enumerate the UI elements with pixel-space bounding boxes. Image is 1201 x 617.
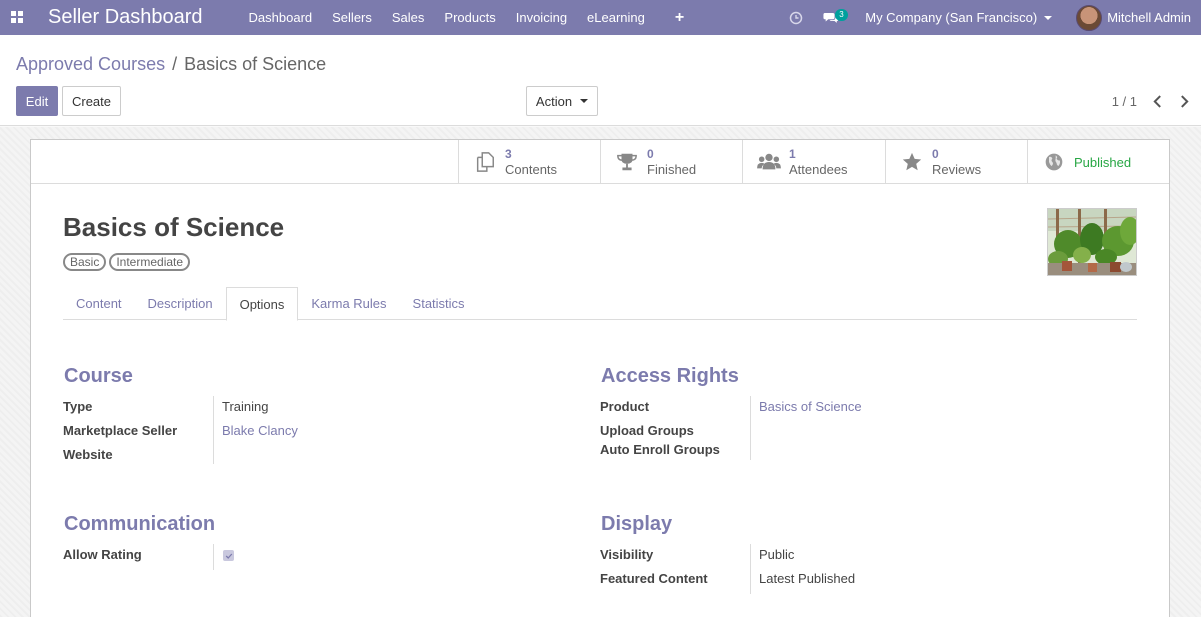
type-label: Type — [63, 399, 93, 414]
finished-label: Finished — [647, 162, 697, 177]
top-navbar: Seller Dashboard Dashboard Sellers Sales… — [0, 0, 1201, 35]
reviews-stat-button[interactable]: 0 Reviews — [885, 140, 1028, 184]
published-label: Published — [1074, 154, 1132, 170]
app-brand[interactable]: Seller Dashboard — [48, 6, 203, 29]
product-link[interactable]: Basics of Science — [759, 399, 862, 414]
marketplace-seller-link[interactable]: Blake Clancy — [222, 423, 298, 438]
company-name: My Company (San Francisco) — [865, 10, 1038, 25]
reviews-count: 0 — [932, 147, 939, 161]
action-label: Action — [535, 93, 573, 109]
access-rights-group-title: Access Rights — [601, 365, 739, 387]
chat-count-badge: 3 — [835, 8, 848, 21]
user-menu[interactable]: Mitchell Admin — [1076, 4, 1191, 31]
visibility-label: Visibility — [600, 547, 654, 562]
marketplace-seller-label: Marketplace Seller — [63, 423, 178, 438]
users-icon — [757, 150, 781, 174]
field-divider — [213, 544, 214, 570]
finished-stat-button[interactable]: 0 Finished — [600, 140, 743, 184]
chevron-right-icon[interactable] — [1177, 93, 1191, 109]
display-group-title: Display — [601, 513, 673, 535]
website-label: Website — [63, 447, 113, 462]
edit-button[interactable]: Edit — [16, 86, 58, 116]
field-divider — [213, 396, 214, 464]
checkmark-icon — [225, 553, 232, 559]
form-sheet: 3 Contents 0 Finished 1 Attendees 0 Revi… — [30, 139, 1170, 617]
communication-group-title: Communication — [64, 513, 216, 535]
tag-intermediate[interactable]: Intermediate — [109, 253, 191, 271]
copy-icon — [473, 150, 497, 174]
globe-icon — [1042, 150, 1066, 174]
tab-karma-rules[interactable]: Karma Rules — [298, 287, 399, 320]
published-toggle-button[interactable]: Published — [1027, 140, 1169, 184]
breadcrumb-separator: / — [172, 54, 178, 74]
record-title: Basics of Science — [63, 212, 285, 242]
upload-groups-label: Upload Groups — [600, 423, 694, 438]
contents-label: Contents — [505, 162, 558, 177]
menu-sellers[interactable]: Sellers — [322, 0, 382, 35]
notebook-tabs: Content Description Options Karma Rules … — [63, 287, 1137, 321]
menu-dashboard[interactable]: Dashboard — [239, 0, 323, 35]
messaging-menu[interactable]: 3 — [823, 8, 848, 28]
breadcrumb-parent-link[interactable]: Approved Courses — [16, 54, 165, 75]
auto-enroll-groups-label: Auto Enroll Groups — [600, 442, 720, 457]
plus-icon[interactable]: + — [655, 0, 698, 35]
attendees-count: 1 — [789, 147, 796, 161]
avatar — [1076, 4, 1103, 31]
tag-basic[interactable]: Basic — [63, 253, 107, 271]
finished-count: 0 — [647, 147, 654, 161]
tab-statistics[interactable]: Statistics — [400, 287, 478, 320]
course-image[interactable] — [1047, 208, 1137, 276]
featured-content-value: Latest Published — [759, 571, 856, 586]
apps-menu-icon[interactable] — [0, 0, 34, 35]
contents-count: 3 — [505, 147, 512, 161]
main-menu: Dashboard Sellers Sales Products Invoici… — [239, 0, 699, 35]
chevron-left-icon[interactable] — [1150, 93, 1164, 109]
type-value: Training — [222, 399, 269, 414]
featured-content-label: Featured Content — [600, 571, 708, 586]
star-icon — [900, 150, 924, 174]
tag-list: Basic Intermediate — [63, 253, 191, 271]
tab-content[interactable]: Content — [63, 287, 135, 320]
attendees-stat-button[interactable]: 1 Attendees — [742, 140, 885, 184]
button-box: 3 Contents 0 Finished 1 Attendees 0 Revi… — [31, 140, 1169, 184]
pager-value[interactable]: 1 / 1 — [1112, 94, 1137, 109]
menu-elearning[interactable]: eLearning — [577, 0, 655, 35]
user-name: Mitchell Admin — [1107, 10, 1191, 25]
tab-description[interactable]: Description — [135, 287, 226, 320]
breadcrumb-current: Basics of Science — [184, 54, 327, 74]
allow-rating-checkbox[interactable] — [223, 550, 234, 561]
company-switcher[interactable]: My Company (San Francisco) — [865, 10, 1053, 25]
menu-sales[interactable]: Sales — [382, 0, 435, 35]
field-divider — [750, 544, 751, 594]
attendees-label: Attendees — [789, 162, 848, 177]
allow-rating-label: Allow Rating — [63, 547, 142, 562]
field-divider — [750, 396, 751, 460]
product-label: Product — [600, 399, 650, 414]
visibility-value: Public — [759, 547, 795, 562]
navbar-systray: 3 My Company (San Francisco) Mitchell Ad… — [789, 0, 1201, 35]
action-dropdown-button[interactable]: Action — [526, 86, 598, 116]
tab-options[interactable]: Options — [225, 287, 299, 321]
form-view: 3 Contents 0 Finished 1 Attendees 0 Revi… — [0, 127, 1201, 617]
menu-invoicing[interactable]: Invoicing — [506, 0, 577, 35]
reviews-label: Reviews — [932, 162, 982, 177]
course-group-title: Course — [64, 365, 133, 387]
menu-products[interactable]: Products — [434, 0, 505, 35]
chevron-down-icon — [1044, 15, 1053, 20]
clock-icon[interactable] — [789, 11, 803, 25]
control-panel: Approved Courses / Basics of Science Edi… — [0, 35, 1201, 126]
create-button[interactable]: Create — [62, 86, 121, 116]
caret-down-icon — [580, 99, 589, 103]
contents-stat-button[interactable]: 3 Contents — [458, 140, 601, 184]
breadcrumb: Approved Courses / Basics of Science — [16, 54, 326, 75]
trophy-icon — [615, 150, 639, 174]
